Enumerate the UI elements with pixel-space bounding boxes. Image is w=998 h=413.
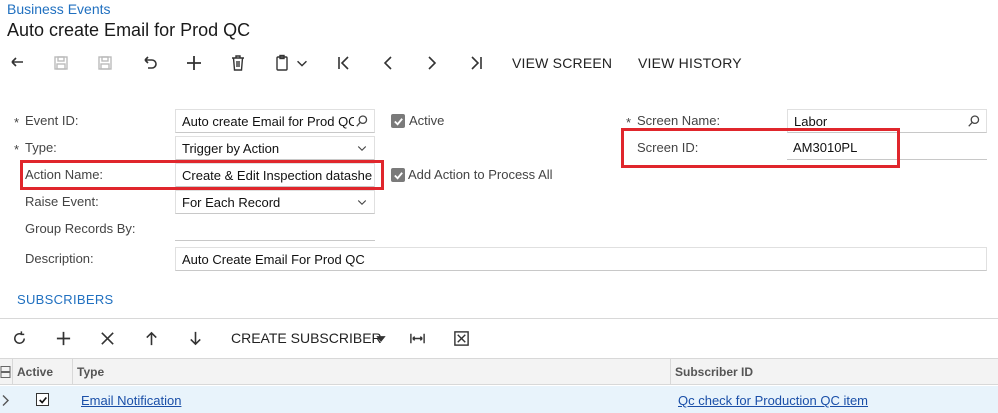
row-type-link[interactable]: Email Notification (81, 393, 181, 408)
row-active-checkbox[interactable] (36, 393, 49, 406)
move-down-icon[interactable] (184, 327, 206, 349)
event-id-input[interactable]: Auto create Email for Prod QC (175, 109, 375, 133)
description-label: Description: (25, 251, 94, 266)
event-id-required-marker: * (14, 115, 20, 130)
breadcrumb[interactable]: Business Events (7, 1, 111, 17)
event-id-value: Auto create Email for Prod QC (182, 114, 358, 129)
search-icon[interactable] (966, 113, 982, 129)
type-select[interactable]: Trigger by Action (175, 136, 375, 160)
add-action-label: Add Action to Process All (408, 167, 553, 182)
export-excel-icon[interactable] (450, 327, 472, 349)
move-up-icon[interactable] (140, 327, 162, 349)
search-icon[interactable] (354, 113, 370, 129)
screen-id-label: Screen ID: (637, 140, 699, 155)
chevron-down-icon[interactable] (354, 140, 370, 156)
group-records-by-label: Group Records By: (25, 221, 136, 236)
action-name-label: Action Name: (25, 167, 104, 182)
screen-name-label: Screen Name: (637, 113, 721, 128)
back-icon[interactable] (6, 52, 30, 74)
undo-icon[interactable] (138, 52, 162, 74)
type-value: Trigger by Action (182, 141, 280, 156)
refresh-icon[interactable] (8, 327, 30, 349)
grid-header: Active Type Subscriber ID (0, 358, 998, 385)
last-record-icon[interactable] (464, 52, 488, 74)
action-name-select[interactable]: Create & Edit Inspection datashe (175, 163, 375, 187)
tab-divider (0, 318, 998, 319)
grid-toolbar: CREATE SUBSCRIBER (0, 324, 998, 352)
caret-down-icon[interactable] (374, 327, 388, 349)
column-separator (670, 359, 671, 385)
group-records-by-input[interactable] (175, 217, 375, 241)
column-header-subscriber-id[interactable]: Subscriber ID (675, 365, 753, 379)
tab-subscribers[interactable]: SUBSCRIBERS (17, 292, 114, 307)
raise-event-value: For Each Record (182, 195, 281, 210)
previous-record-icon[interactable] (376, 52, 400, 74)
chevron-right-icon[interactable] (0, 389, 12, 411)
next-record-icon[interactable] (420, 52, 444, 74)
view-history-button[interactable]: VIEW HISTORY (638, 55, 742, 71)
view-screen-button[interactable]: VIEW SCREEN (512, 55, 612, 71)
action-name-value: Create & Edit Inspection datashe (182, 168, 373, 183)
row-subscriber-id-link[interactable]: Qc check for Production QC item (678, 393, 868, 408)
page-title: Auto create Email for Prod QC (7, 20, 251, 40)
raise-event-label: Raise Event: (25, 194, 99, 209)
delete-row-icon[interactable] (96, 327, 118, 349)
type-label: Type: (25, 140, 57, 155)
active-label: Active (409, 113, 445, 128)
first-record-icon[interactable] (332, 52, 356, 74)
row-selector-header-icon[interactable] (0, 361, 12, 383)
chevron-down-icon[interactable] (294, 52, 310, 74)
add-row-icon[interactable] (52, 327, 74, 349)
event-id-label: Event ID: (25, 113, 79, 128)
save-close-icon[interactable] (93, 52, 117, 74)
description-input[interactable]: Auto Create Email For Prod QC (175, 247, 987, 271)
add-action-checkbox[interactable] (391, 168, 405, 182)
clipboard-icon[interactable] (270, 52, 294, 74)
main-toolbar: VIEW SCREEN VIEW HISTORY (0, 50, 998, 76)
column-separator (72, 359, 73, 385)
screen-id-field: AM3010PL (787, 136, 987, 160)
screen-name-value: Labor (794, 114, 828, 129)
create-subscriber-button[interactable]: CREATE SUBSCRIBER (231, 330, 382, 346)
add-icon[interactable] (182, 52, 206, 74)
screen-name-required-marker: * (626, 115, 632, 130)
active-checkbox[interactable] (391, 114, 405, 128)
table-row[interactable]: Email Notification Qc check for Producti… (0, 386, 998, 413)
screen-name-input[interactable]: Labor (787, 109, 987, 133)
raise-event-select[interactable]: For Each Record (175, 190, 375, 214)
column-header-type[interactable]: Type (77, 365, 104, 379)
save-icon[interactable] (49, 52, 73, 74)
delete-icon[interactable] (226, 52, 250, 74)
column-header-active[interactable]: Active (17, 365, 53, 379)
screen-id-value: AM3010PL (793, 140, 858, 155)
column-separator (12, 359, 13, 385)
description-value: Auto Create Email For Prod QC (182, 252, 365, 267)
fit-columns-icon[interactable] (406, 327, 428, 349)
type-required-marker: * (14, 142, 20, 157)
chevron-down-icon[interactable] (354, 194, 370, 210)
